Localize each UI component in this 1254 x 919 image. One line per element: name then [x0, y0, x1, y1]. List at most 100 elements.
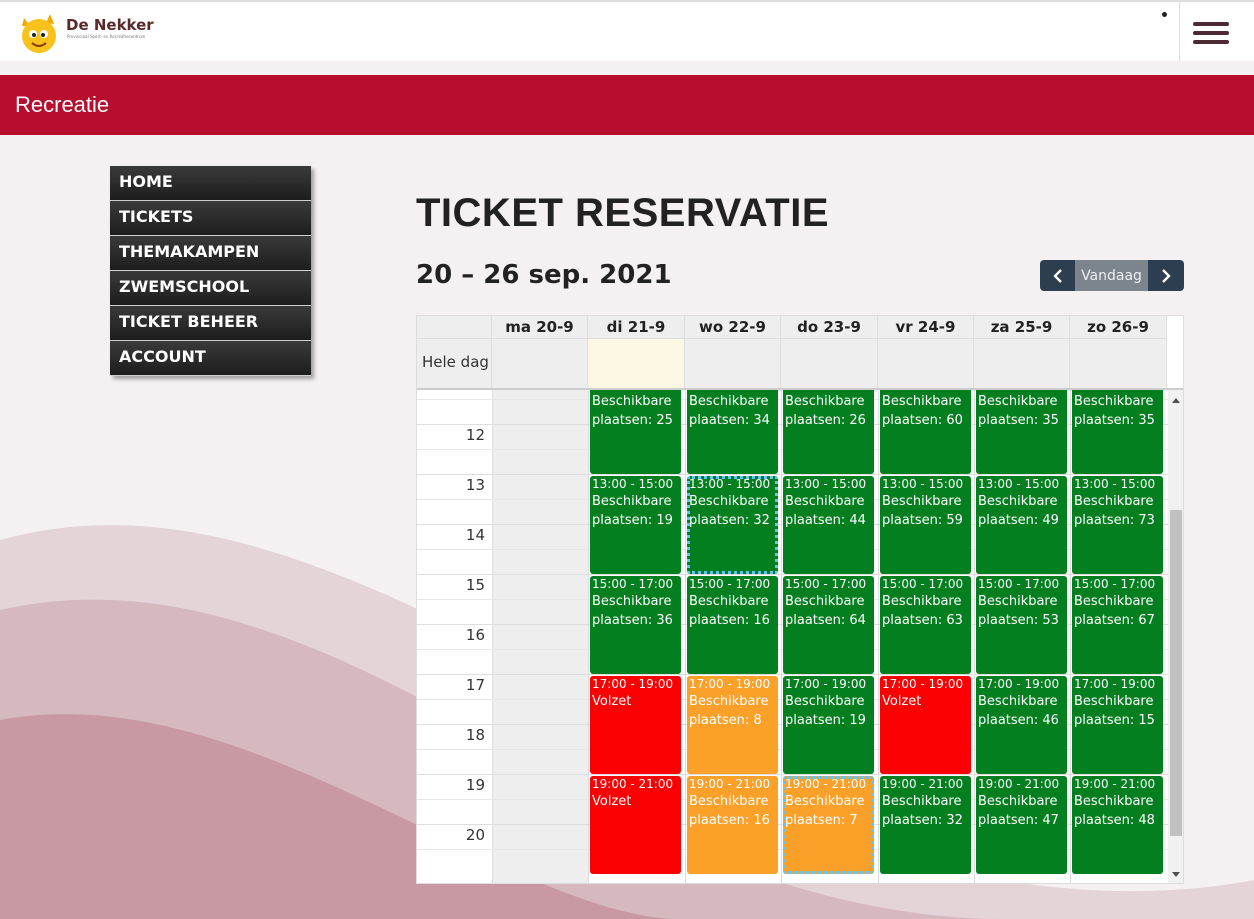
event-title: Beschikbare plaatsen: 49: [978, 494, 1059, 528]
calendar-event[interactable]: 19:00 - 21:00 Volzet: [590, 776, 681, 874]
next-week-button[interactable]: [1148, 260, 1184, 291]
scroll-down-icon[interactable]: [1172, 872, 1180, 877]
event-time: 17:00 - 19:00: [689, 677, 771, 691]
calendar-scrollbar[interactable]: [1168, 390, 1183, 883]
brand-logo[interactable]: De Nekker Provinciaal Sport- en Recreati…: [14, 10, 154, 60]
event-title: Beschikbare plaatsen: 67: [1074, 594, 1155, 628]
all-day-cell[interactable]: [1070, 339, 1167, 388]
hour-label: 11: [417, 390, 489, 394]
all-day-cell[interactable]: [685, 339, 781, 388]
event-time: 17:00 - 19:00: [1074, 677, 1156, 691]
nav-item-tickets[interactable]: TICKETS: [110, 201, 311, 236]
calendar-event[interactable]: 17:00 - 19:00 Volzet: [590, 676, 681, 774]
calendar-event[interactable]: 11:00 - 13:00Beschikbare plaatsen: 35: [976, 390, 1067, 474]
calendar-event[interactable]: 13:00 - 15:00 Beschikbare plaatsen: 59: [880, 476, 971, 574]
calendar-event[interactable]: 15:00 - 17:00 Beschikbare plaatsen: 63: [880, 576, 971, 674]
calendar-event[interactable]: 11:00 - 13:00Beschikbare plaatsen: 34: [687, 390, 778, 474]
calendar-event[interactable]: 17:00 - 19:00 Beschikbare plaatsen: 46: [976, 676, 1067, 774]
event-title: Volzet: [592, 694, 632, 709]
prev-week-button[interactable]: [1040, 260, 1075, 291]
scroll-up-icon[interactable]: [1172, 398, 1180, 403]
hour-line: [417, 674, 1168, 675]
calendar-event[interactable]: 19:00 - 21:00 Beschikbare plaatsen: 16: [687, 776, 778, 874]
banner-title: Recreatie: [15, 92, 110, 117]
calendar-event[interactable]: 11:00 - 13:00Beschikbare plaatsen: 25: [590, 390, 681, 474]
hour-line: [417, 474, 1168, 475]
calendar-event[interactable]: 17:00 - 19:00 Beschikbare plaatsen: 8: [687, 676, 778, 774]
all-day-cell[interactable]: [781, 339, 878, 388]
event-title: Beschikbare plaatsen: 32: [689, 494, 770, 528]
chevron-right-icon: [1162, 268, 1171, 283]
calendar-event[interactable]: 11:00 - 13:00Beschikbare plaatsen: 60: [880, 390, 971, 474]
calendar-event[interactable]: 17:00 - 19:00 Volzet: [880, 676, 971, 774]
event-title: Beschikbare plaatsen: 60: [882, 394, 963, 428]
calendar-event[interactable]: 13:00 - 15:00 Beschikbare plaatsen: 49: [976, 476, 1067, 574]
hour-label: 16: [465, 626, 485, 644]
time-grid[interactable]: 11 12 13 14 15 16 17 18 19 20 11:00 - 13:00Beschik…: [417, 390, 1168, 883]
calendar-event[interactable]: 13:00 - 15:00 Beschikbare plaatsen: 32: [687, 476, 778, 574]
hour-label: 18: [465, 726, 485, 744]
hour-line: [417, 774, 1168, 775]
event-time: 19:00 - 21:00: [689, 777, 771, 791]
calendar-event[interactable]: 19:00 - 21:00 Beschikbare plaatsen: 48: [1072, 776, 1163, 874]
page-title: TICKET RESERVATIE: [416, 191, 829, 235]
event-title: Beschikbare plaatsen: 32: [882, 794, 963, 828]
scrollbar-thumb[interactable]: [1170, 510, 1182, 836]
nav-item-zwemschool[interactable]: ZWEMSCHOOL: [110, 271, 311, 306]
event-time: 19:00 - 21:00: [592, 777, 674, 791]
hour-label: 19: [465, 776, 485, 794]
all-day-cell[interactable]: [492, 339, 588, 388]
calendar-event[interactable]: 15:00 - 17:00 Beschikbare plaatsen: 53: [976, 576, 1067, 674]
today-button[interactable]: Vandaag: [1075, 260, 1148, 291]
hour-label: 12: [465, 426, 485, 444]
hamburger-menu-button[interactable]: [1179, 2, 1254, 62]
event-time: 15:00 - 17:00: [1074, 577, 1156, 591]
event-title: Beschikbare plaatsen: 19: [592, 494, 673, 528]
time-column-header: [417, 316, 492, 339]
calendar-event[interactable]: 13:00 - 15:00 Beschikbare plaatsen: 73: [1072, 476, 1163, 574]
event-title: Beschikbare plaatsen: 35: [978, 394, 1059, 428]
nav-item-ticket-beheer[interactable]: TICKET BEHEER: [110, 306, 311, 341]
calendar-event[interactable]: 17:00 - 19:00 Beschikbare plaatsen: 15: [1072, 676, 1163, 774]
event-title: Beschikbare plaatsen: 46: [978, 694, 1059, 728]
event-title: Beschikbare plaatsen: 64: [785, 594, 866, 628]
nav-item-home[interactable]: HOME: [110, 166, 311, 201]
calendar-event[interactable]: 17:00 - 19:00 Beschikbare plaatsen: 19: [783, 676, 874, 774]
calendar-event[interactable]: 15:00 - 17:00 Beschikbare plaatsen: 64: [783, 576, 874, 674]
calendar-event[interactable]: 15:00 - 17:00 Beschikbare plaatsen: 36: [590, 576, 681, 674]
hour-line: [417, 574, 1168, 575]
calendar-event[interactable]: 13:00 - 15:00 Beschikbare plaatsen: 19: [590, 476, 681, 574]
all-day-cell[interactable]: [878, 339, 974, 388]
calendar-event[interactable]: 19:00 - 21:00 Beschikbare plaatsen: 32: [880, 776, 971, 874]
section-banner: Recreatie: [0, 75, 1254, 135]
calendar-event[interactable]: 15:00 - 17:00 Beschikbare plaatsen: 67: [1072, 576, 1163, 674]
calendar-event[interactable]: 19:00 - 21:00 Beschikbare plaatsen: 47: [976, 776, 1067, 874]
calendar-event[interactable]: 19:00 - 21:00 Beschikbare plaatsen: 7: [783, 776, 874, 874]
calendar-event[interactable]: 11:00 - 13:00Beschikbare plaatsen: 26: [783, 390, 874, 474]
event-title: Beschikbare plaatsen: 44: [785, 494, 866, 528]
event-time: 17:00 - 19:00: [785, 677, 867, 691]
event-title: Beschikbare plaatsen: 16: [689, 594, 770, 628]
event-time: 13:00 - 15:00: [1074, 477, 1156, 491]
event-time: 15:00 - 17:00: [785, 577, 867, 591]
all-day-cell[interactable]: [588, 339, 685, 388]
event-time: 13:00 - 15:00: [978, 477, 1060, 491]
all-day-cell[interactable]: [974, 339, 1070, 388]
event-time: 13:00 - 15:00: [592, 477, 674, 491]
day-header: ma 20-9: [492, 316, 588, 339]
event-time: 17:00 - 19:00: [592, 677, 674, 691]
event-time: 17:00 - 19:00: [978, 677, 1060, 691]
day-header: zo 26-9: [1070, 316, 1167, 339]
calendar-event[interactable]: 11:00 - 13:00Beschikbare plaatsen: 35: [1072, 390, 1163, 474]
nav-item-themakampen[interactable]: THEMAKAMPEN: [110, 236, 311, 271]
day-column[interactable]: [492, 390, 588, 883]
event-time: 19:00 - 21:00: [882, 777, 964, 791]
day-header: wo 22-9: [685, 316, 781, 339]
nav-item-account[interactable]: ACCOUNT: [110, 341, 311, 376]
calendar-event[interactable]: 15:00 - 17:00 Beschikbare plaatsen: 16: [687, 576, 778, 674]
event-title: Volzet: [592, 794, 632, 809]
day-header: di 21-9: [588, 316, 685, 339]
event-title: Beschikbare plaatsen: 63: [882, 594, 963, 628]
event-time: 15:00 - 17:00: [882, 577, 964, 591]
calendar-event[interactable]: 13:00 - 15:00 Beschikbare plaatsen: 44: [783, 476, 874, 574]
